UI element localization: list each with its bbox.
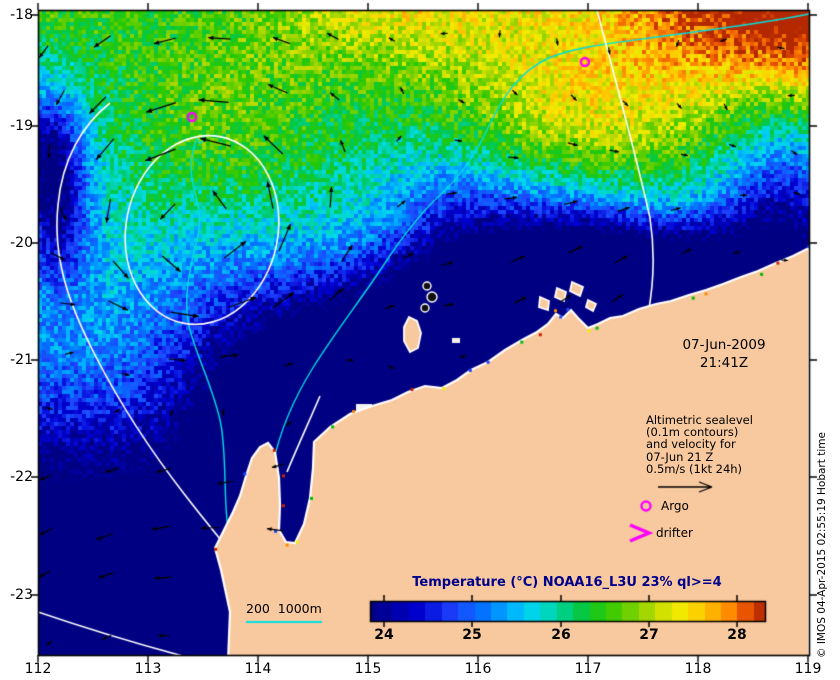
drifter-legend-label: drifter [656, 526, 693, 540]
time-text: 21:41Z [699, 355, 749, 371]
y-tick-label: -21 [10, 352, 33, 368]
sst-map-figure: -18 -19 -20 -21 -22 -23 112 113 114 115 116 117 118… [0, 0, 840, 680]
bathymetry-scale-label: 200 1000m [246, 601, 322, 616]
altimetry-annotation: Altimetric sealevel (0.1m contours) and ve… [646, 414, 753, 475]
colorbar-tick-label: 28 [727, 627, 747, 643]
x-tick-label: 116 [464, 661, 492, 677]
colorbar-tick-label: 25 [462, 627, 482, 643]
y-tick-label: -20 [10, 235, 33, 251]
y-tick-label: -18 [10, 7, 33, 23]
colorbar-tick-label: 26 [551, 627, 571, 643]
x-tick-label: 113 [134, 661, 162, 677]
annotation-line: and velocity for [646, 437, 736, 452]
colorbar-tick-label: 24 [374, 627, 394, 643]
x-tick-label: 118 [684, 661, 712, 677]
annotation-line: 0.5m/s (1kt 24h) [646, 461, 743, 476]
colorbar-title: Temperature (°C) NOAA16_L3U 23% ql>=4 [412, 575, 722, 590]
y-tick-label: -19 [10, 118, 33, 134]
argo-legend-label: Argo [661, 499, 689, 513]
x-tick-label: 114 [244, 661, 272, 677]
timestamp-label: 07-Jun-2009 21:41Z [654, 336, 794, 372]
x-tick-label: 119 [794, 661, 822, 677]
x-tick-label: 112 [24, 661, 52, 677]
annotation-line: 07-Jun 21 Z [646, 449, 714, 464]
copyright-credit: © IMOS 04-Apr-2015 02:55:19 Hobart time [816, 432, 828, 658]
x-tick-label: 117 [574, 661, 602, 677]
date-text: 07-Jun-2009 [682, 337, 766, 353]
y-tick-label: -23 [10, 587, 33, 603]
y-tick-label: -22 [10, 469, 33, 485]
x-tick-label: 115 [354, 661, 382, 677]
colorbar-tick-label: 27 [639, 627, 659, 643]
